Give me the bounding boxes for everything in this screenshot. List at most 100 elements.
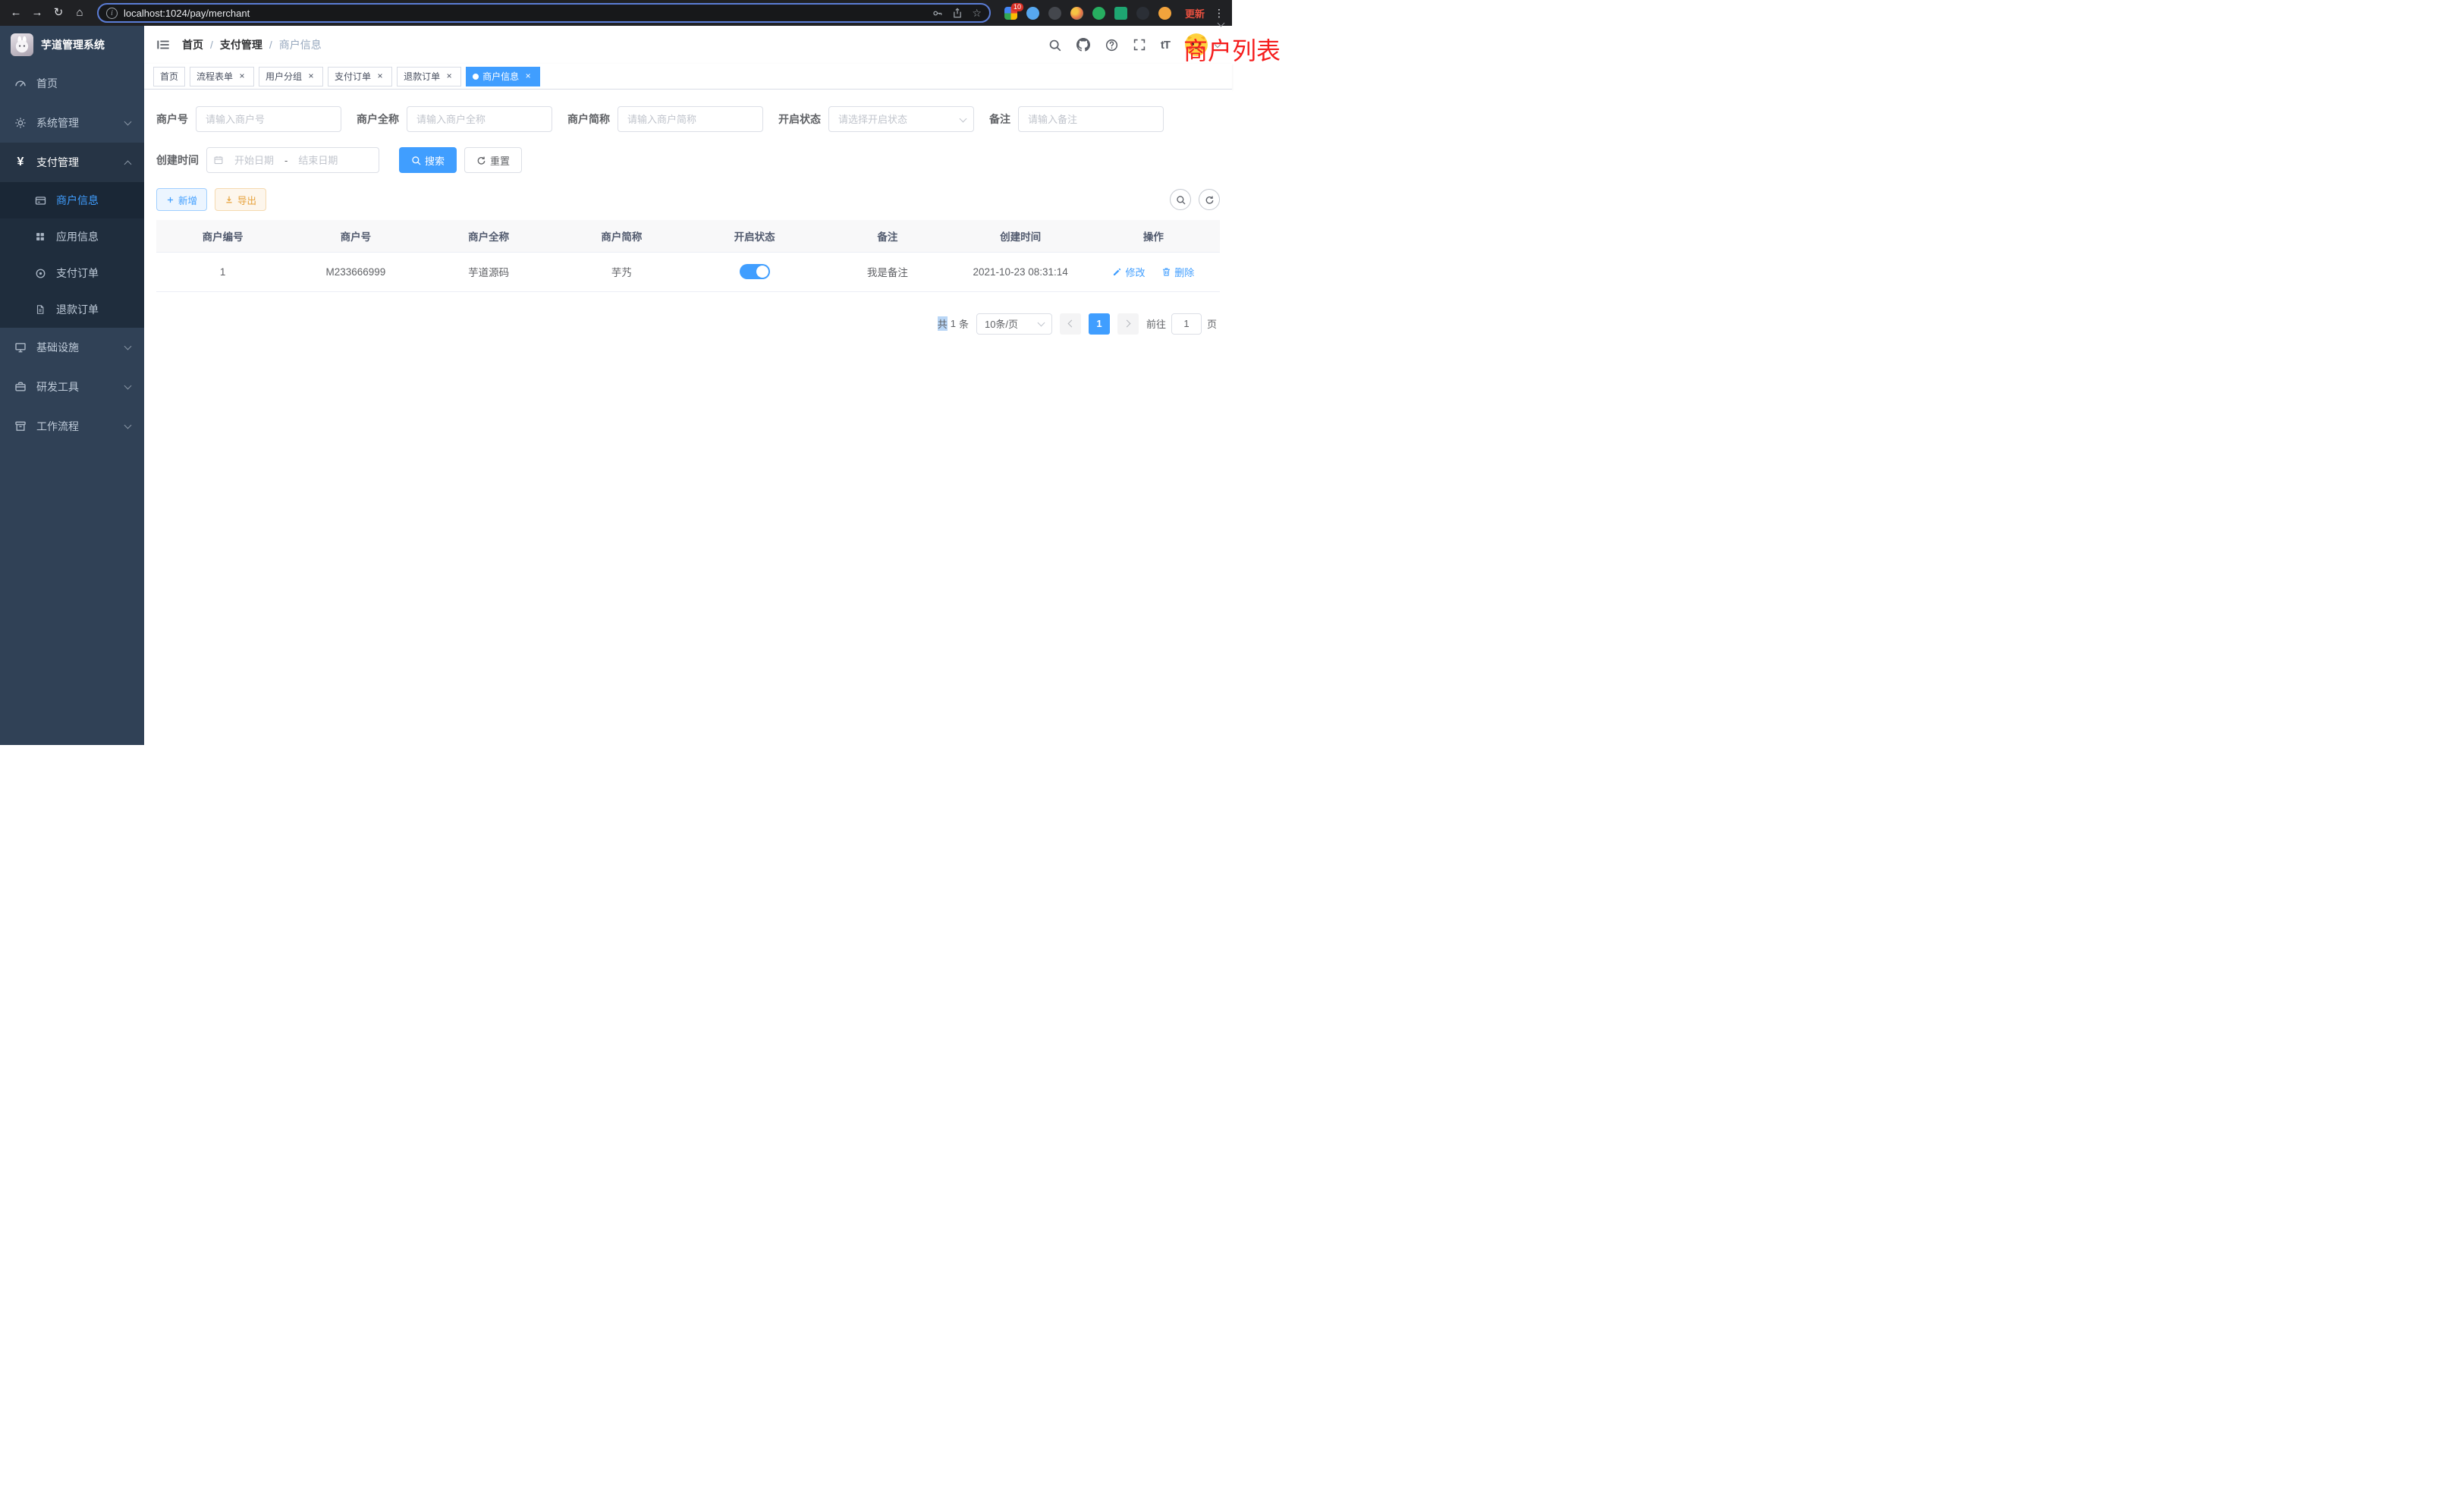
breadcrumb-home[interactable]: 首页 (182, 37, 203, 52)
extension-avatar-icon[interactable] (1070, 7, 1083, 20)
merchant-card-icon (33, 195, 47, 206)
sidebar-item-label: 应用信息 (56, 229, 99, 244)
fullscreen-icon[interactable] (1133, 39, 1146, 51)
page-size-select[interactable]: 10条/页 (976, 313, 1052, 335)
tab-label: 商户信息 (482, 70, 519, 83)
extension-drop-icon[interactable] (1026, 7, 1039, 20)
briefcase-icon (14, 381, 27, 393)
help-icon[interactable] (1105, 39, 1118, 52)
sidebar-item-label: 系统管理 (36, 115, 79, 130)
remark-input[interactable] (1018, 106, 1164, 132)
breadcrumb: 首页 / 支付管理 / 商户信息 (182, 37, 322, 52)
sidebar-item-system[interactable]: 系统管理 (0, 103, 144, 143)
browser-menu-icon[interactable]: ⋮ (1212, 7, 1226, 20)
tab-refund-order[interactable]: 退款订单 × (397, 67, 461, 86)
browser-reload-icon[interactable]: ↻ (49, 0, 68, 26)
sidebar-item-merchant-info[interactable]: 商户信息 (0, 182, 144, 218)
edit-button[interactable]: 修改 (1112, 265, 1145, 279)
address-bar[interactable]: i localhost:1024/pay/merchant ☆ (97, 3, 991, 23)
breadcrumb-separator: / (269, 39, 272, 51)
column-header-remark: 备注 (821, 220, 954, 252)
page-annotation: 商户列表 (1183, 32, 1281, 67)
page-number-button[interactable]: 1 (1089, 313, 1110, 335)
end-date-input[interactable] (291, 155, 345, 166)
browser-forward-icon[interactable]: → (27, 0, 47, 26)
status-select[interactable] (828, 106, 974, 132)
extension-dark-icon[interactable] (1048, 7, 1061, 20)
status-toggle[interactable] (740, 264, 770, 279)
profile-avatar-icon[interactable] (1158, 7, 1171, 20)
extension-grid-icon[interactable]: 10 (1004, 7, 1017, 20)
delete-button[interactable]: 删除 (1161, 265, 1194, 279)
tab-home[interactable]: 首页 (153, 67, 185, 86)
tab-close-icon[interactable]: × (237, 71, 247, 82)
merchant-no-input[interactable] (196, 106, 341, 132)
share-icon[interactable] (952, 8, 963, 18)
toggle-search-button[interactable] (1170, 189, 1191, 210)
merchant-name-input[interactable] (407, 106, 552, 132)
start-date-input[interactable] (227, 155, 281, 166)
sidebar-toggle-icon[interactable] (156, 38, 170, 52)
site-info-icon[interactable]: i (106, 8, 118, 19)
goto-page-input[interactable] (1171, 313, 1202, 335)
tab-process-form[interactable]: 流程表单 × (190, 67, 254, 86)
tab-label: 首页 (160, 70, 178, 83)
tab-close-icon[interactable]: × (523, 71, 533, 82)
tab-user-group[interactable]: 用户分组 × (259, 67, 323, 86)
bookmark-star-icon[interactable]: ☆ (972, 8, 982, 18)
tab-label: 用户分组 (266, 70, 302, 83)
sidebar-item-infrastructure[interactable]: 基础设施 (0, 328, 144, 367)
merchant-short-input[interactable] (618, 106, 763, 132)
prev-page-button[interactable] (1060, 313, 1081, 335)
sidebar-item-label: 支付管理 (36, 155, 79, 170)
add-button[interactable]: 新增 (156, 188, 207, 211)
cell-id: 1 (156, 252, 289, 291)
tab-active-dot (473, 74, 479, 80)
date-separator: - (284, 155, 288, 166)
tab-pay-order[interactable]: 支付订单 × (328, 67, 392, 86)
table-header-row: 商户编号 商户号 商户全称 商户简称 开启状态 备注 创建时间 操作 (156, 220, 1220, 252)
sidebar-item-pay-order[interactable]: 支付订单 (0, 255, 144, 291)
tab-close-icon[interactable]: × (306, 71, 316, 82)
breadcrumb-payment[interactable]: 支付管理 (220, 37, 262, 52)
extension-green-circle-icon[interactable] (1092, 7, 1105, 20)
app-logo[interactable]: 芋道管理系统 (0, 26, 144, 64)
breadcrumb-separator: / (210, 39, 213, 51)
export-button[interactable]: 导出 (215, 188, 266, 211)
url-text[interactable]: localhost:1024/pay/merchant (124, 8, 926, 19)
create-time-label: 创建时间 (156, 152, 199, 168)
sidebar-item-payment[interactable]: ¥ 支付管理 (0, 143, 144, 182)
sidebar-item-app-info[interactable]: 应用信息 (0, 218, 144, 255)
search-icon[interactable] (1048, 39, 1061, 52)
reset-button[interactable]: 重置 (464, 147, 522, 173)
github-icon[interactable] (1076, 38, 1090, 52)
browser-back-icon[interactable]: ← (6, 0, 26, 26)
search-button[interactable]: 搜索 (399, 147, 457, 173)
browser-home-icon[interactable]: ⌂ (70, 0, 90, 26)
sidebar-item-refund-order[interactable]: 退款订单 (0, 291, 144, 328)
chevron-down-icon (124, 422, 132, 429)
yen-icon: ¥ (14, 156, 27, 168)
create-time-range-picker[interactable]: - (206, 147, 379, 173)
sidebar-item-home[interactable]: 首页 (0, 64, 144, 103)
tab-close-icon[interactable]: × (444, 71, 454, 82)
tab-close-icon[interactable]: × (375, 71, 385, 82)
sidebar-item-workflow[interactable]: 工作流程 (0, 407, 144, 446)
chevron-down-icon (1038, 319, 1045, 326)
chevron-down-icon[interactable] (1218, 20, 1225, 27)
archive-icon (14, 420, 27, 432)
font-size-icon[interactable]: tT (1161, 39, 1170, 52)
next-page-button[interactable] (1117, 313, 1139, 335)
browser-update-button[interactable]: 更新 (1179, 6, 1211, 20)
extension-paw-icon[interactable] (1136, 7, 1149, 20)
tab-merchant-info[interactable]: 商户信息 × (466, 67, 540, 86)
refresh-button[interactable] (1199, 189, 1220, 210)
sidebar-item-label: 研发工具 (36, 379, 79, 395)
chevron-down-icon (124, 382, 132, 390)
payment-submenu: 商户信息 应用信息 支付订单 (0, 182, 144, 328)
sidebar-item-dev-tools[interactable]: 研发工具 (0, 367, 144, 407)
extension-badge: 10 (1011, 3, 1023, 11)
column-header-merchant-no: 商户号 (289, 220, 422, 252)
key-icon[interactable] (932, 8, 943, 19)
extension-green-square-icon[interactable] (1114, 7, 1127, 20)
